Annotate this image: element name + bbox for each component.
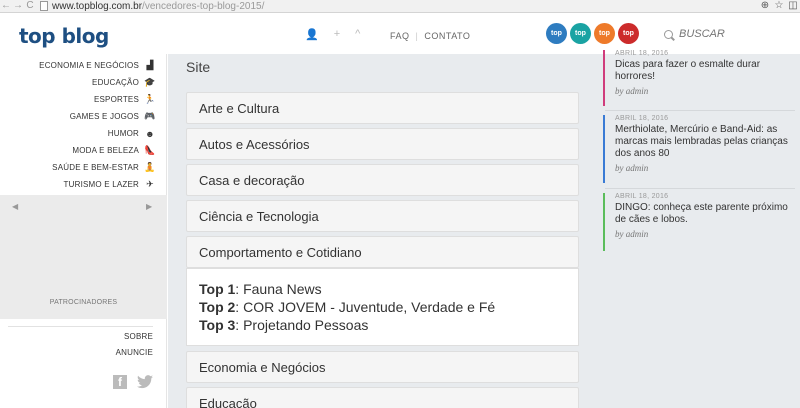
post-author: by admin [615, 229, 649, 239]
badge-orange[interactable]: top [594, 23, 615, 44]
post-title[interactable]: Merthiolate, Mercúrio e Band-Aid: as mar… [615, 124, 797, 160]
zoom-icon[interactable]: ⊕ [760, 0, 770, 12]
divider [605, 110, 795, 111]
winner-row: Top 1: Fauna News [199, 281, 322, 297]
left-sidebar: ECONOMIA E NEGÓCIOS ▟ EDUCAÇÃO 🎓 ESPORTES 🏃… [0, 54, 167, 408]
sponsors-label: PATROCINADORES [49, 299, 118, 306]
address-bar[interactable]: www.topblog.com.br/vencedores-top-blog-2… [40, 0, 264, 12]
site-logo[interactable]: top blog [19, 24, 109, 48]
forward-button[interactable]: → [12, 0, 24, 12]
post-title[interactable]: Dicas para fazer o esmalte durar horrore… [615, 59, 797, 83]
winner-row: Top 2: COR JOVEM - Juventude, Verdade e … [199, 299, 496, 315]
accordion-ciencia[interactable]: Ciência e Tecnologia [186, 200, 579, 232]
prev-arrow-icon[interactable]: ◀ [12, 202, 18, 211]
winner-rank: Top 1 [199, 281, 236, 297]
user-icon[interactable]: 👤 [305, 28, 319, 41]
contato-link[interactable]: CONTATO [424, 31, 470, 41]
post-item[interactable]: ABRIL 18, 2016 Merthiolate, Mercúrio e B… [603, 115, 797, 183]
smiley-icon: ☻ [145, 128, 155, 139]
gamepad-icon: 🎮 [144, 111, 156, 121]
search-icon[interactable] [664, 29, 673, 39]
badge-teal[interactable]: top [570, 23, 591, 44]
browser-toolbar: ← → C www.topblog.com.br/vencedores-top-… [0, 0, 800, 13]
accordion-panel-comportamento: Top 1: Fauna News Top 2: COR JOVEM - Juv… [186, 268, 579, 346]
accordion-arte[interactable]: Arte e Cultura [186, 92, 579, 124]
plus-icon[interactable]: + [334, 28, 340, 41]
section-title: Site [186, 59, 211, 75]
category-educacao[interactable]: EDUCAÇÃO 🎓 [39, 74, 156, 91]
category-list: ECONOMIA E NEGÓCIOS ▟ EDUCAÇÃO 🎓 ESPORTES 🏃… [39, 57, 156, 193]
next-arrow-icon[interactable]: ▶ [146, 202, 152, 211]
accordion-comportamento[interactable]: Comportamento e Cotidiano [186, 236, 579, 268]
winner-rank: Top 2 [199, 299, 236, 315]
anuncie-link[interactable]: ANUNCIE [8, 345, 153, 361]
high-heel-icon: 👠 [144, 145, 156, 155]
chevron-up-icon[interactable]: ^ [355, 28, 360, 41]
badge-blue[interactable]: top [546, 23, 567, 44]
twitter-icon[interactable] [137, 375, 153, 389]
category-saude[interactable]: SAÚDE E BEM-ESTAR 🧘 [39, 159, 156, 176]
page-icon [40, 1, 48, 11]
link-separator: | [415, 31, 419, 41]
meditation-icon: 🧘 [144, 162, 156, 172]
post-title[interactable]: DINGO: conheça este parente próximo de c… [615, 202, 797, 226]
post-date: ABRIL 18, 2016 [615, 50, 669, 57]
sobre-link[interactable]: SOBRE [8, 329, 153, 345]
category-label: HUMOR [107, 129, 139, 138]
post-item[interactable]: ABRIL 18, 2016 Dicas para fazer o esmalt… [603, 50, 797, 106]
category-label: EDUCAÇÃO [92, 78, 139, 87]
url-path: /vencedores-top-blog-2015/ [142, 0, 265, 12]
graduation-cap-icon: 🎓 [144, 77, 156, 87]
category-label: GAMES E JOGOS [69, 112, 139, 121]
post-author: by admin [615, 163, 649, 173]
category-esportes[interactable]: ESPORTES 🏃 [39, 91, 156, 108]
category-games[interactable]: GAMES E JOGOS 🎮 [39, 108, 156, 125]
category-label: TURISMO E LAZER [63, 180, 139, 189]
bookmark-star-icon[interactable]: ☆ [774, 0, 784, 12]
accordion-autos[interactable]: Autos e Acessórios [186, 128, 579, 160]
social-badges: top top top top [546, 23, 639, 44]
category-turismo[interactable]: TURISMO E LAZER ✈ [39, 176, 156, 193]
winner-row: Top 3: Projetando Pessoas [199, 317, 369, 333]
airplane-icon: ✈ [146, 179, 154, 189]
category-label: MODA E BELEZA [72, 146, 139, 155]
category-moda[interactable]: MODA E BELEZA 👠 [39, 142, 156, 159]
accordion-casa[interactable]: Casa e decoração [186, 164, 579, 196]
category-label: ESPORTES [93, 95, 139, 104]
faq-link[interactable]: FAQ [390, 31, 410, 41]
badge-red[interactable]: top [618, 23, 639, 44]
category-economia[interactable]: ECONOMIA E NEGÓCIOS ▟ [39, 57, 156, 74]
post-author: by admin [615, 86, 649, 96]
facebook-icon[interactable]: f [113, 375, 127, 389]
category-label: ECONOMIA E NEGÓCIOS [39, 61, 139, 70]
winner-name[interactable]: Fauna News [243, 281, 322, 297]
extension-icon[interactable]: ◫ [788, 0, 798, 12]
accordion-economia[interactable]: Economia e Negócios [186, 351, 579, 383]
post-date: ABRIL 18, 2016 [615, 193, 669, 200]
winner-name[interactable]: COR JOVEM - Juventude, Verdade e Fé [243, 299, 495, 315]
post-date: ABRIL 18, 2016 [615, 115, 669, 122]
post-item[interactable]: ABRIL 18, 2016 DINGO: conheça este paren… [603, 193, 797, 251]
winner-rank: Top 3 [199, 317, 236, 333]
search-input[interactable] [679, 28, 779, 40]
url-domain: www.topblog.com.br [52, 0, 143, 12]
category-humor[interactable]: HUMOR ☻ [39, 125, 156, 142]
chart-icon: ▟ [146, 60, 154, 70]
back-button[interactable]: ← [0, 0, 12, 12]
sponsors-carousel: ◀ ▶ PATROCINADORES [0, 195, 167, 319]
main-content: Site Arte e Cultura Autos e Acessórios C… [168, 54, 600, 408]
search-box [664, 28, 779, 40]
winner-name[interactable]: Projetando Pessoas [243, 317, 368, 333]
site-header: top blog 👤 + ^ FAQ | CONTATO top top top… [0, 14, 800, 54]
reload-button[interactable]: C [24, 0, 36, 12]
accordion-educacao[interactable]: Educação [186, 387, 579, 408]
divider [605, 188, 795, 189]
runner-icon: 🏃 [144, 94, 156, 104]
recent-posts-sidebar: ABRIL 18, 2016 Dicas para fazer o esmalt… [600, 50, 800, 408]
category-label: SAÚDE E BEM-ESTAR [52, 163, 139, 172]
